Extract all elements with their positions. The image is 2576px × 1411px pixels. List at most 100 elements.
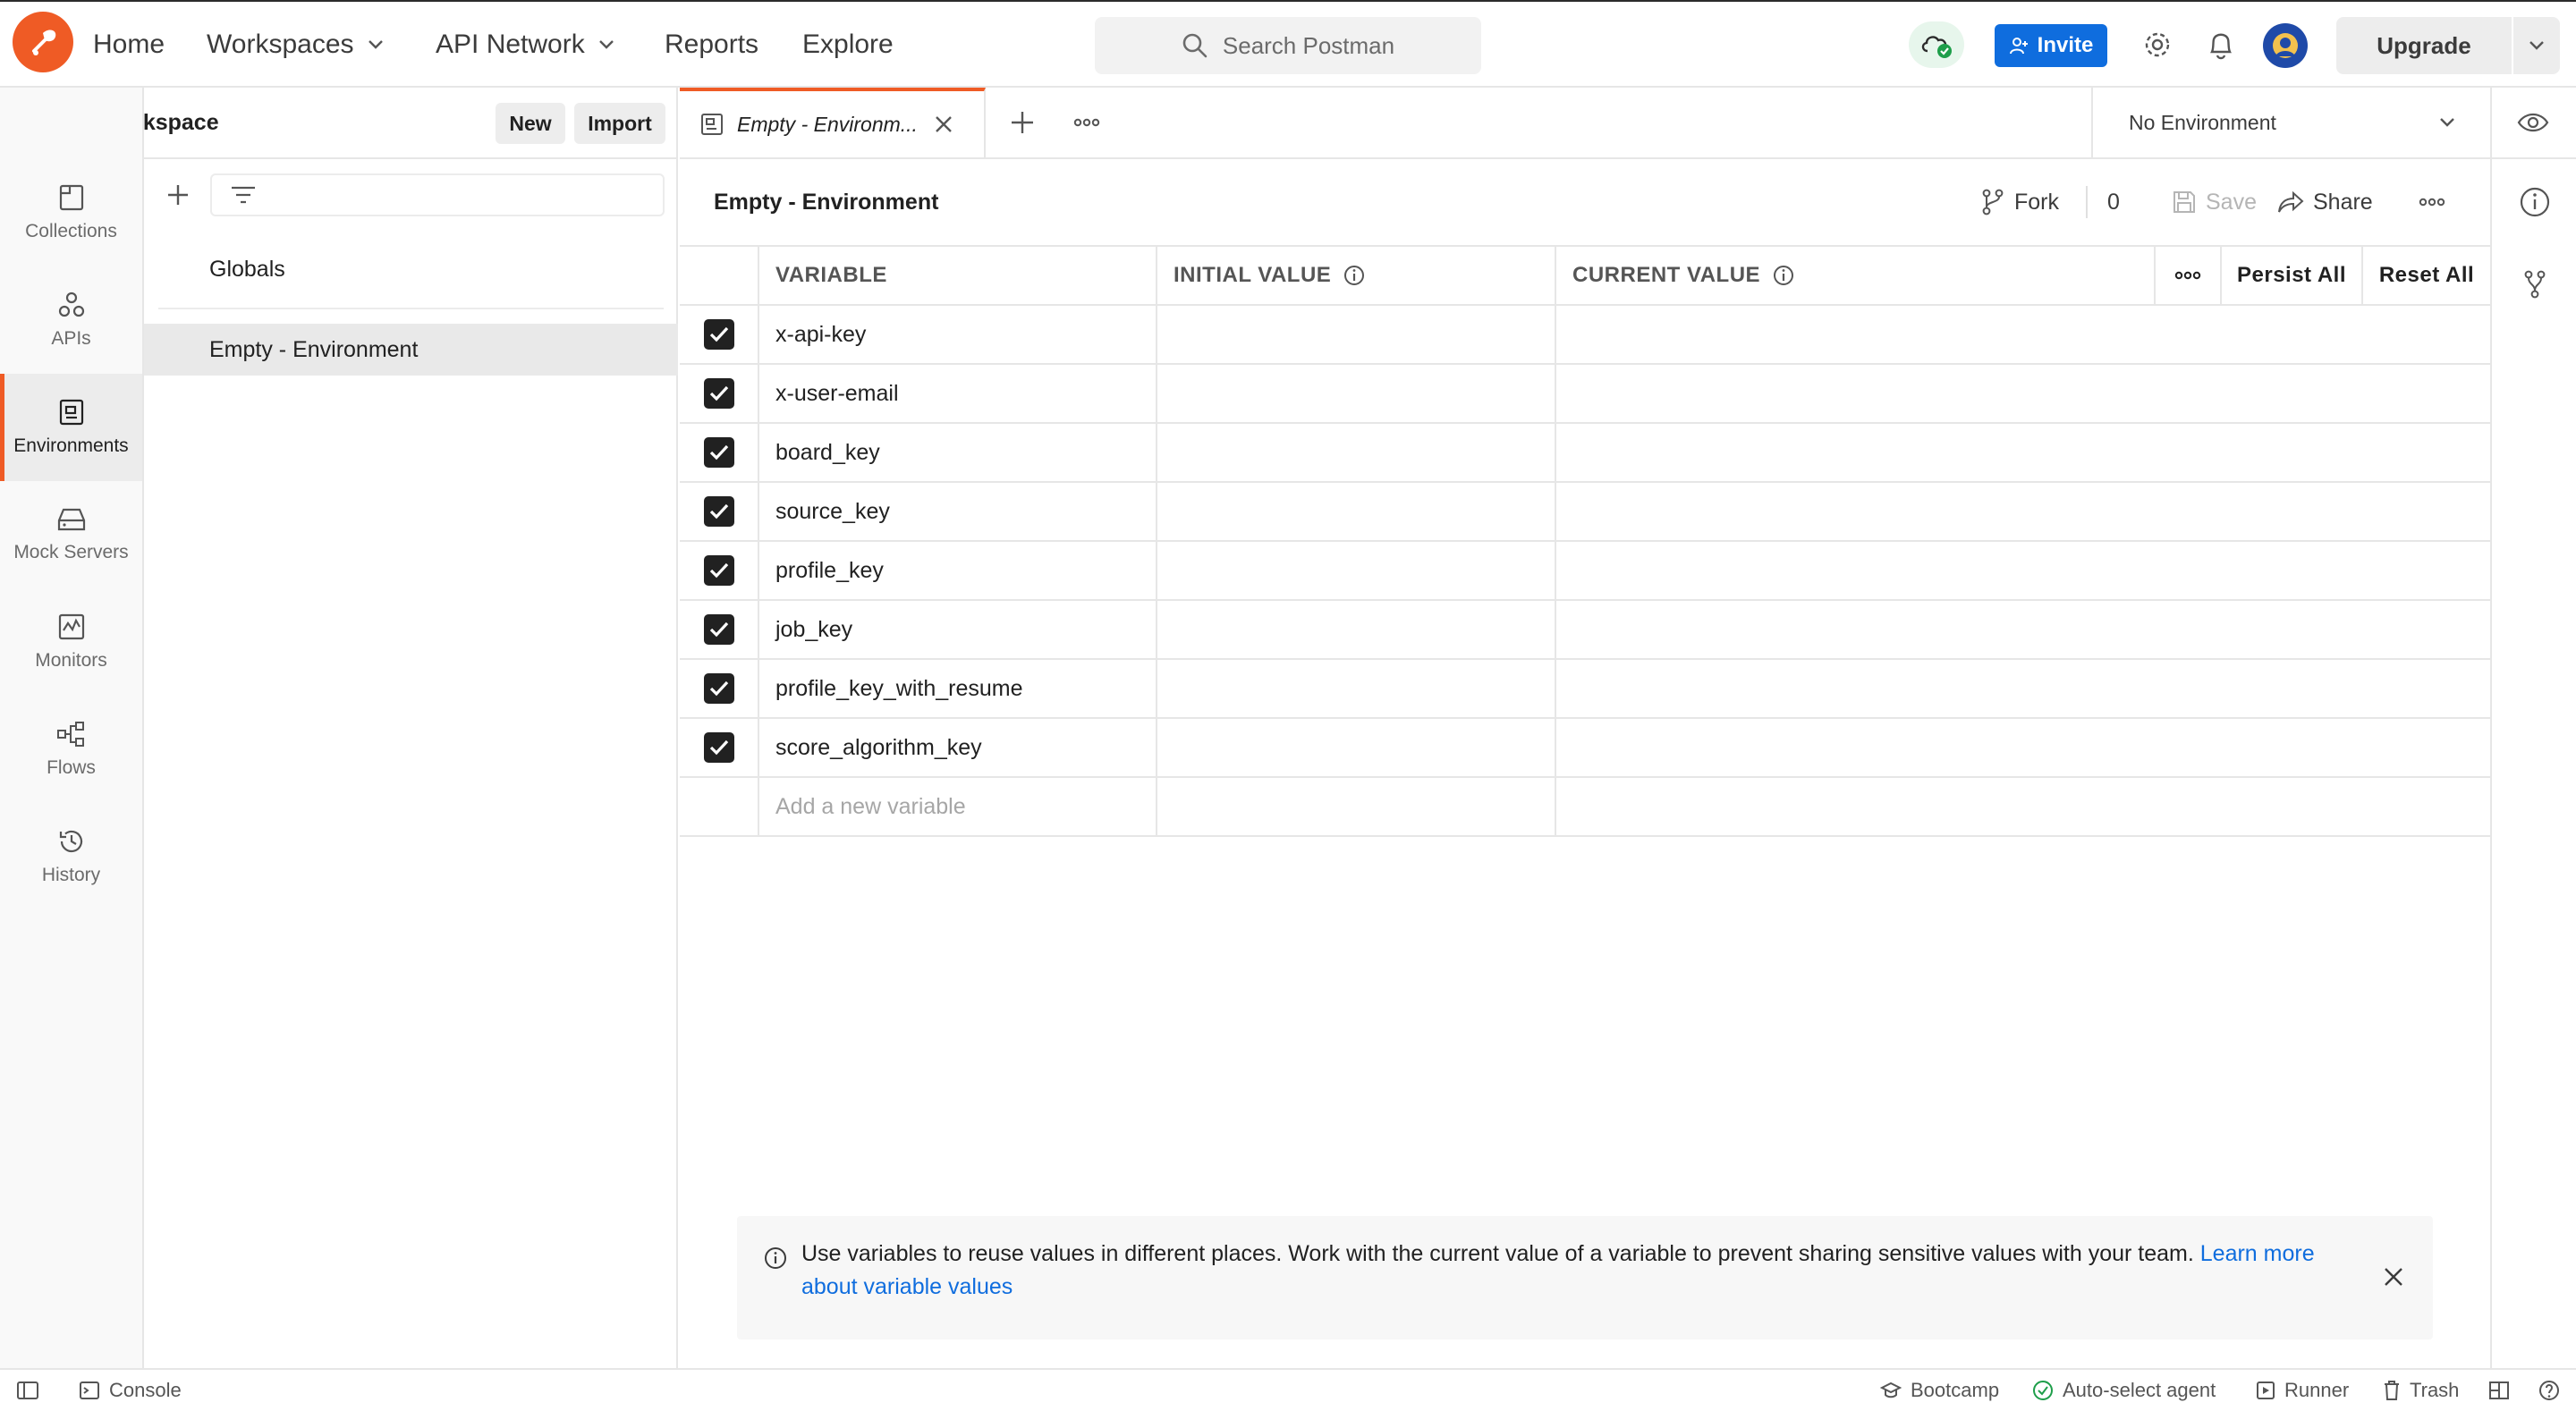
chevron-down-icon[interactable] bbox=[2512, 17, 2560, 74]
row-checkbox[interactable] bbox=[703, 319, 734, 350]
close-icon[interactable] bbox=[934, 114, 953, 134]
fork-icon[interactable] bbox=[2522, 270, 2547, 299]
initial-value-cell[interactable] bbox=[1157, 540, 1556, 601]
current-value-cell[interactable] bbox=[1555, 540, 2490, 601]
row-checkbox[interactable] bbox=[703, 673, 734, 704]
sidebar-item-mock-servers[interactable]: Mock Servers bbox=[0, 481, 142, 588]
add-user-icon bbox=[2009, 36, 2029, 55]
variable-name-cell[interactable]: x-api-key bbox=[758, 304, 1157, 365]
variable-name-cell[interactable]: source_key bbox=[758, 481, 1157, 542]
new-tab-icon[interactable] bbox=[1009, 109, 1036, 136]
add-variable-input[interactable]: Add a new variable bbox=[758, 776, 1157, 837]
variable-name-cell[interactable]: x-user-email bbox=[758, 363, 1157, 424]
save-label: Save bbox=[2206, 189, 2257, 215]
variable-name-cell[interactable]: score_algorithm_key bbox=[758, 717, 1157, 778]
current-value-cell[interactable] bbox=[1555, 422, 2490, 483]
runner-label: Runner bbox=[2284, 1379, 2350, 1401]
row-checkbox[interactable] bbox=[703, 614, 734, 645]
initial-value-cell[interactable] bbox=[1157, 658, 1556, 719]
sidebar-item-apis[interactable]: APIs bbox=[0, 266, 142, 374]
variable-name-cell[interactable]: profile_key_with_resume bbox=[758, 658, 1157, 719]
initial-value-cell[interactable] bbox=[1157, 481, 1556, 542]
tab-bar: Empty - Environm... No Environment bbox=[680, 88, 2576, 159]
invite-button[interactable]: Invite bbox=[1995, 24, 2107, 67]
chevron-down-icon bbox=[2438, 117, 2456, 128]
current-value-cell[interactable] bbox=[1555, 481, 2490, 542]
save-button[interactable]: Save bbox=[2172, 159, 2257, 245]
info-icon[interactable] bbox=[1773, 265, 1794, 286]
initial-value-cell[interactable] bbox=[1157, 599, 1556, 660]
runner-button[interactable]: Runner bbox=[2256, 1370, 2349, 1411]
nav-workspaces[interactable]: Workspaces bbox=[207, 2, 385, 88]
bell-icon[interactable] bbox=[2201, 25, 2241, 64]
row-checkbox[interactable] bbox=[703, 555, 734, 586]
fork-button[interactable]: Fork bbox=[1980, 159, 2059, 245]
initial-value-cell[interactable] bbox=[1157, 717, 1556, 778]
console-button[interactable]: Console bbox=[79, 1370, 182, 1411]
avatar[interactable] bbox=[2263, 23, 2308, 68]
new-button[interactable]: New bbox=[496, 103, 565, 144]
toggle-sidebar-icon[interactable] bbox=[16, 1381, 39, 1400]
trash-button[interactable]: Trash bbox=[2383, 1370, 2459, 1411]
current-value-cell[interactable] bbox=[1555, 599, 2490, 660]
initial-value-cell[interactable] bbox=[1157, 422, 1556, 483]
row-checkbox[interactable] bbox=[703, 378, 734, 409]
info-icon[interactable] bbox=[2519, 186, 2551, 218]
env-item-empty-environment[interactable]: Empty - Environment bbox=[144, 324, 678, 376]
sidebar-item-environments[interactable]: Environments bbox=[0, 374, 142, 481]
import-button[interactable]: Import bbox=[574, 103, 665, 144]
search-input[interactable]: Search Postman bbox=[1095, 17, 1481, 74]
table-row: profile_key bbox=[680, 540, 2490, 601]
persist-all-button[interactable]: Persist All bbox=[2220, 247, 2361, 304]
upgrade-button[interactable]: Upgrade bbox=[2336, 17, 2560, 74]
current-value-cell[interactable] bbox=[1555, 363, 2490, 424]
current-value-cell[interactable] bbox=[1555, 304, 2490, 365]
initial-value-cell[interactable] bbox=[1157, 363, 1556, 424]
current-value-cell[interactable] bbox=[1555, 776, 2490, 837]
environments-icon bbox=[57, 398, 86, 427]
initial-value-cell[interactable] bbox=[1157, 304, 1556, 365]
sidebar-item-history[interactable]: History bbox=[0, 803, 142, 910]
nav-home[interactable]: Home bbox=[93, 2, 165, 88]
sync-status-icon[interactable] bbox=[1909, 21, 1964, 68]
sidebar-item-monitors[interactable]: Monitors bbox=[0, 588, 142, 696]
nav-explore[interactable]: Explore bbox=[802, 2, 894, 88]
row-checkbox[interactable] bbox=[703, 437, 734, 468]
nav-reports[interactable]: Reports bbox=[665, 2, 758, 88]
sidebar-item-collections[interactable]: Collections bbox=[0, 159, 142, 266]
sidebar-item-flows[interactable]: Flows bbox=[0, 696, 142, 803]
eye-icon[interactable] bbox=[2517, 111, 2549, 134]
auto-select-agent-button[interactable]: Auto-select agent bbox=[2032, 1370, 2216, 1411]
nav-api-network[interactable]: API Network bbox=[436, 2, 615, 88]
sidebar-item-label: Mock Servers bbox=[13, 542, 129, 562]
row-checkbox-cell bbox=[680, 422, 759, 483]
row-checkbox-cell bbox=[680, 540, 759, 601]
two-pane-icon[interactable] bbox=[2488, 1381, 2510, 1400]
postman-logo-icon[interactable] bbox=[13, 12, 73, 72]
more-options-icon[interactable] bbox=[1073, 118, 1100, 127]
current-value-cell[interactable] bbox=[1555, 658, 2490, 719]
row-checkbox[interactable] bbox=[703, 496, 734, 527]
row-checkbox[interactable] bbox=[703, 732, 734, 763]
environment-selector[interactable]: No Environment bbox=[2091, 88, 2492, 157]
environment-filter-input[interactable] bbox=[210, 173, 665, 216]
tab-empty-environment[interactable]: Empty - Environm... bbox=[680, 88, 986, 157]
variable-name-cell[interactable]: job_key bbox=[758, 599, 1157, 660]
bootcamp-button[interactable]: Bootcamp bbox=[1880, 1370, 1999, 1411]
plus-icon[interactable] bbox=[165, 182, 191, 207]
share-button[interactable]: Share bbox=[2277, 159, 2373, 245]
reset-all-button[interactable]: Reset All bbox=[2361, 247, 2490, 304]
more-options-icon[interactable] bbox=[2419, 198, 2445, 207]
variable-name-cell[interactable]: profile_key bbox=[758, 540, 1157, 601]
current-value-cell[interactable] bbox=[1555, 717, 2490, 778]
more-options-icon[interactable] bbox=[2154, 247, 2220, 304]
env-item-globals[interactable]: Globals bbox=[144, 243, 678, 295]
help-icon[interactable] bbox=[2538, 1380, 2560, 1401]
close-icon[interactable] bbox=[2383, 1266, 2404, 1288]
right-sidebar bbox=[2490, 159, 2576, 1368]
header-checkbox-cell bbox=[680, 245, 759, 306]
initial-value-cell[interactable] bbox=[1157, 776, 1556, 837]
gear-icon[interactable] bbox=[2138, 25, 2177, 64]
info-icon[interactable] bbox=[1343, 265, 1365, 286]
variable-name-cell[interactable]: board_key bbox=[758, 422, 1157, 483]
